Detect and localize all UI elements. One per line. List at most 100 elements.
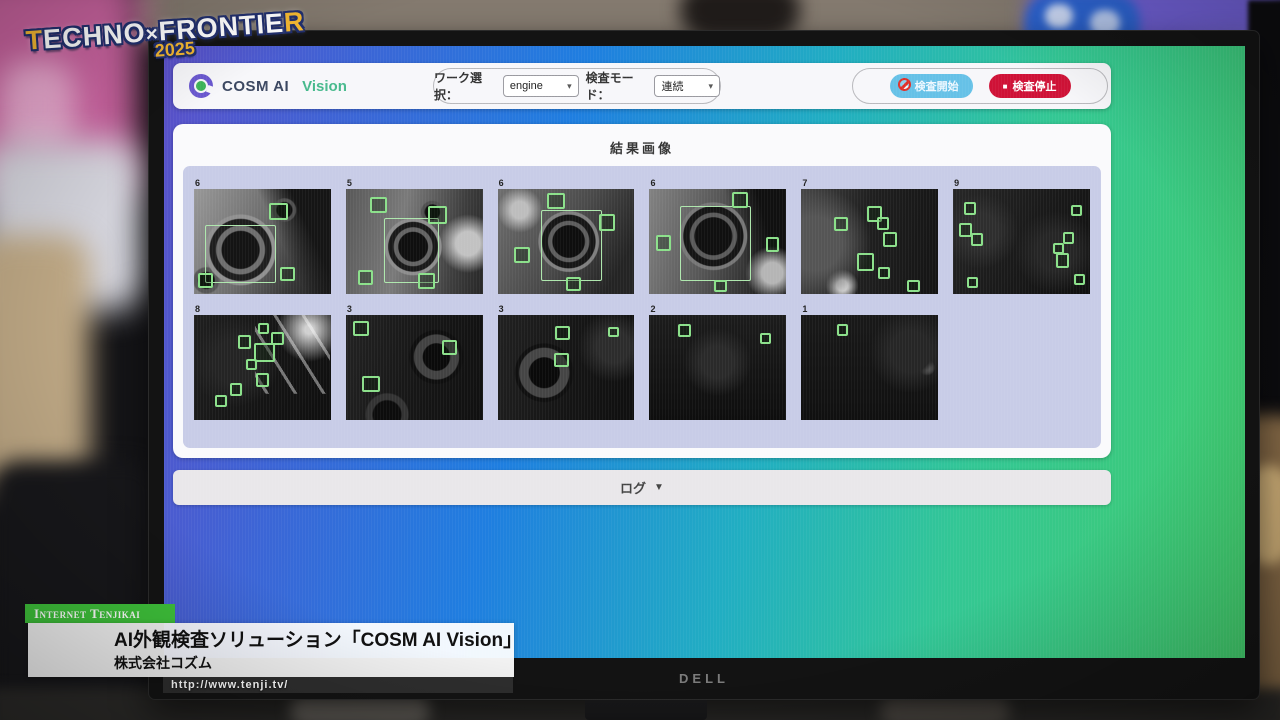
detection-box [834, 217, 848, 231]
detection-box [1056, 253, 1070, 268]
background-blob [1045, 4, 1073, 28]
tile-detection-count: 1 [801, 303, 938, 315]
background-blob [0, 460, 160, 720]
result-panel-title: 結果画像 [173, 138, 1111, 157]
work-select-value: engine [510, 80, 543, 92]
event-logo-letter: T [25, 25, 45, 56]
detection-box [907, 280, 921, 292]
tile-image [953, 189, 1090, 294]
caption-kicker-bar: Internet Tenjikai [25, 604, 175, 623]
tile-image [649, 315, 786, 420]
detection-box [418, 273, 434, 289]
caption-kicker-text: Internet Tenjikai [34, 606, 140, 622]
tile-detection-count: 5 [346, 177, 483, 189]
detection-box [1074, 274, 1085, 285]
mode-select-value: 連続 [661, 78, 683, 94]
detection-box [837, 324, 848, 336]
tile-image [194, 189, 331, 294]
caption-title: AI外観検査ソリューション「COSM AI Vision」 [114, 629, 506, 653]
detection-box [971, 233, 983, 246]
result-tile: 7 [801, 177, 938, 294]
tile-image [801, 189, 938, 294]
tile-image [801, 315, 938, 420]
stop-inspection-button[interactable]: ■ 検査停止 [989, 74, 1071, 98]
detection-box [254, 343, 275, 362]
photo-stage: COSM AI Vision ワーク選択： engine ▾ 検査モード： 連続 … [0, 0, 1280, 720]
result-card: 結果画像 6 5 6 6 7 9 8 3 3 [173, 124, 1111, 458]
detection-box [964, 202, 976, 216]
result-tile: 6 [194, 177, 331, 294]
detection-box [857, 253, 873, 271]
result-tile: 6 [498, 177, 635, 294]
tile-image [346, 315, 483, 420]
chevron-down-icon: ▾ [708, 81, 713, 92]
tile-detection-count: 7 [801, 177, 938, 189]
not-allowed-cursor-icon [898, 78, 911, 91]
tile-detection-count: 3 [498, 303, 635, 315]
detection-box [358, 270, 373, 285]
result-tile: 3 [346, 303, 483, 420]
result-image-grid: 6 5 6 6 7 9 8 3 3 2 1 [183, 166, 1101, 448]
detection-box [428, 206, 447, 224]
detection-box [1071, 205, 1082, 217]
tile-image [498, 189, 635, 294]
result-tile: 8 [194, 303, 331, 420]
tile-image [649, 189, 786, 294]
detection-box [230, 383, 242, 396]
detection-box [442, 340, 457, 355]
background-blob [0, 235, 90, 495]
triangle-down-icon: ▼ [654, 482, 664, 493]
detection-box [878, 267, 890, 280]
detection-box [353, 321, 369, 336]
detection-box [362, 376, 380, 392]
start-inspection-button[interactable]: ▶ 検査開始 [890, 74, 973, 98]
event-logo-letters: ECHNO [42, 17, 146, 54]
detection-box [238, 335, 252, 349]
chevron-down-icon: ▾ [567, 81, 572, 92]
detection-box [566, 277, 581, 291]
event-logo-letter: R [283, 6, 306, 37]
detection-box [883, 232, 897, 247]
result-grid-row: 6 5 6 6 7 9 [194, 177, 1090, 294]
detection-box [608, 327, 619, 338]
tile-detection-count: 8 [194, 303, 331, 315]
start-inspection-label: 検査開始 [915, 78, 959, 94]
brand-name-primary: COSM AI [222, 78, 289, 95]
detection-box [760, 333, 771, 345]
detection-box [256, 373, 270, 388]
detection-box [732, 192, 748, 208]
detection-box [714, 280, 728, 292]
caption-company: 株式会社コズム [114, 653, 506, 673]
caption-panel: AI外観検査ソリューション「COSM AI Vision」 株式会社コズム [28, 623, 514, 677]
detection-box [678, 324, 690, 337]
mode-select-dropdown[interactable]: 連続 ▾ [654, 75, 720, 97]
detection-box [766, 237, 780, 252]
detection-box [198, 273, 213, 288]
work-select-label: ワーク選択： [434, 69, 496, 103]
detection-box [246, 359, 257, 370]
detection-box [547, 193, 565, 209]
tile-image [194, 315, 331, 420]
app-brand: COSM AI Vision [189, 63, 347, 109]
tile-image [346, 189, 483, 294]
result-tile: 2 [649, 303, 786, 420]
stop-inspection-label: 検査停止 [1013, 78, 1057, 94]
tile-detection-count: 3 [346, 303, 483, 315]
tile-detection-count: 6 [194, 177, 331, 189]
detection-box [514, 247, 530, 263]
action-buttons-group: ▶ 検査開始 ■ 検査停止 [852, 68, 1108, 104]
cosm-logo-icon [189, 74, 213, 98]
caption-url: http://www.tenji.tv/ [171, 679, 288, 691]
work-select-dropdown[interactable]: engine ▾ [503, 75, 579, 97]
result-tile: 9 [953, 177, 1090, 294]
detection-box [205, 225, 276, 284]
app-header: COSM AI Vision ワーク選択： engine ▾ 検査モード： 連続 … [173, 63, 1111, 109]
log-expander[interactable]: ログ ▼ [173, 470, 1111, 505]
brand-name-secondary: Vision [302, 78, 347, 95]
toolbar: ワーク選択： engine ▾ 検査モード： 連続 ▾ [433, 68, 721, 104]
detection-box [215, 395, 227, 408]
tile-image [498, 315, 635, 420]
result-grid-row: 8 3 3 2 1 [194, 303, 1090, 420]
result-tile: 1 [801, 303, 938, 420]
mode-select-label: 検査モード： [586, 69, 648, 103]
